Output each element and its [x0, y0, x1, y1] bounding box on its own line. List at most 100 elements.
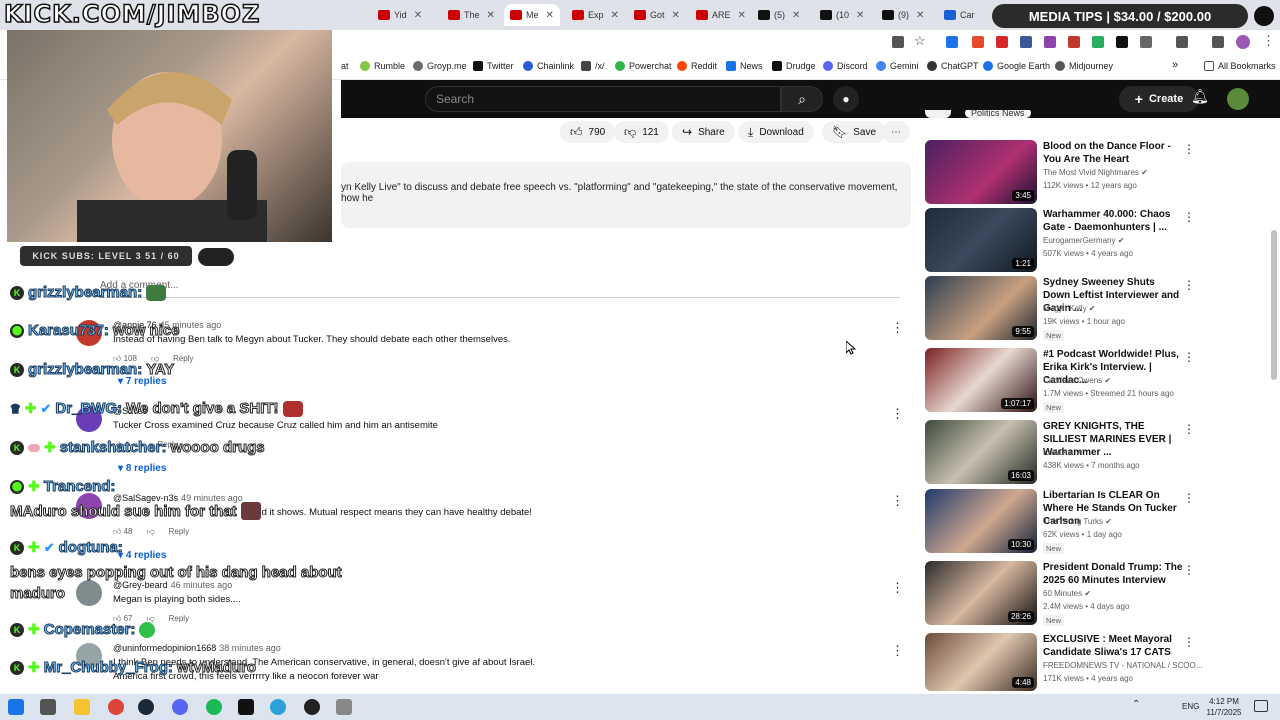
comment-time[interactable]: 38 minutes ago: [219, 643, 281, 653]
language-indicator[interactable]: ENG: [1182, 702, 1199, 711]
channel-name[interactable]: The Most Vivid Nightmares ✔: [1043, 168, 1148, 177]
extension-icon[interactable]: [1044, 36, 1056, 48]
bookmark-item[interactable]: Midjourney: [1055, 61, 1113, 71]
sidebar-video[interactable]: 10:30 Libertarian Is CLEAR On Where He S…: [925, 489, 1195, 554]
sidepanel-icon[interactable]: [1176, 36, 1188, 48]
kebab-menu-icon[interactable]: ⋮: [1183, 635, 1195, 649]
channel-name[interactable]: The Young Turks ✔: [1043, 517, 1112, 526]
download-button[interactable]: ⤓ Download: [738, 121, 814, 143]
tab-4[interactable]: Exp ✕: [572, 4, 619, 26]
video-description[interactable]: yn Kelly Live" to discuss and debate fre…: [341, 162, 911, 228]
start-icon[interactable]: [8, 699, 24, 715]
comment-author[interactable]: @uninformedopinion1668: [113, 643, 216, 653]
bookmark-item[interactable]: Google Earth: [983, 61, 1050, 71]
video-title[interactable]: Blood on the Dance Floor - You Are The H…: [1043, 140, 1183, 166]
sidebar-video[interactable]: 16:03 GREY KNIGHTS, THE SILLIEST MARINES…: [925, 420, 1195, 484]
bookmark-item[interactable]: Groyp.me: [413, 61, 467, 71]
kebab-menu-icon[interactable]: ⋮: [891, 320, 904, 336]
save-button[interactable]: 🔖︎ Save: [822, 121, 887, 143]
page-scrollbar[interactable]: [1271, 230, 1277, 380]
profile-icon[interactable]: [1236, 35, 1250, 49]
close-icon[interactable]: ✕: [546, 10, 554, 21]
kebab-menu-icon[interactable]: ⋮: [1183, 210, 1195, 224]
video-title[interactable]: President Donald Trump: The 2025 60 Minu…: [1043, 561, 1183, 587]
video-thumbnail[interactable]: 1:07:17: [925, 348, 1037, 412]
bookmark-star-icon[interactable]: ☆: [914, 33, 926, 49]
extension-icon[interactable]: [972, 36, 984, 48]
extension-icon[interactable]: [1068, 36, 1080, 48]
bookmark-item[interactable]: /x/: [581, 61, 605, 71]
close-icon[interactable]: ✕: [672, 10, 680, 21]
tab-6[interactable]: ARE ✕: [696, 4, 746, 26]
tab-10[interactable]: Car: [944, 4, 975, 26]
video-thumbnail[interactable]: 16:03: [925, 420, 1037, 484]
steam-icon[interactable]: [138, 699, 154, 715]
close-icon[interactable]: ✕: [487, 10, 495, 21]
tab-2[interactable]: The ✕: [448, 4, 495, 26]
dislike-button[interactable]: 👎︎ 121: [614, 121, 669, 143]
tab-8[interactable]: (10 ✕: [820, 4, 864, 26]
sidebar-video[interactable]: 28:26 President Donald Trump: The 2025 6…: [925, 561, 1195, 626]
tray-chevron-icon[interactable]: ⌃: [1132, 699, 1140, 710]
chip-icon[interactable]: [925, 110, 951, 118]
spotify-icon[interactable]: [206, 699, 222, 715]
extension-icon[interactable]: [1092, 36, 1104, 48]
channel-name[interactable]: KrakDuk ✔: [1043, 448, 1083, 457]
tab-9[interactable]: (9) ✕: [882, 4, 924, 26]
close-icon[interactable]: ✕: [792, 10, 800, 21]
close-icon[interactable]: ✕: [738, 10, 746, 21]
bookmark-item[interactable]: at: [341, 61, 349, 71]
thumbs-down-icon[interactable]: 👎︎: [147, 527, 155, 537]
video-thumbnail[interactable]: 10:30: [925, 489, 1037, 553]
kebab-menu-icon[interactable]: ⋮: [1183, 563, 1195, 577]
tab-1[interactable]: Yid ✕: [378, 4, 422, 26]
video-title[interactable]: EXCLUSIVE : Meet Mayoral Candidate Sliwa…: [1043, 633, 1183, 659]
kebab-menu-icon[interactable]: ⋮: [891, 493, 904, 509]
screen-cast-icon[interactable]: [892, 36, 904, 48]
thumbs-up-icon[interactable]: 👍︎ 48: [113, 527, 133, 537]
sidebar-video[interactable]: 4:48 EXCLUSIVE : Meet Mayoral Candidate …: [925, 633, 1202, 691]
video-thumbnail[interactable]: 3:45: [925, 140, 1037, 204]
bookmark-item[interactable]: Drudge: [772, 61, 816, 71]
kebab-menu-icon[interactable]: ⋮: [1183, 350, 1195, 364]
kebab-menu-icon[interactable]: ⋮: [891, 406, 904, 422]
video-thumbnail[interactable]: 9:55: [925, 276, 1037, 340]
comment-time[interactable]: 46 minutes ago: [171, 580, 233, 590]
telegram-icon[interactable]: [270, 699, 286, 715]
replies-toggle[interactable]: ▾ 8 replies: [118, 463, 166, 474]
menu-icon[interactable]: [1212, 36, 1224, 48]
search-input[interactable]: Search: [425, 86, 781, 112]
kebab-menu-icon[interactable]: ⋮: [1183, 422, 1195, 436]
tab-7[interactable]: (5) ✕: [758, 4, 800, 26]
sidebar-chip[interactable]: Politics News: [965, 110, 1031, 118]
chrome-icon[interactable]: [108, 699, 124, 715]
bookmark-item[interactable]: Gemini: [876, 61, 919, 71]
channel-name[interactable]: Candace Owens ✔: [1043, 376, 1111, 385]
clock[interactable]: 4:12 PM 11/7/2025: [1204, 696, 1244, 718]
tab-3-active[interactable]: Me ✕: [504, 4, 560, 26]
bookmark-item[interactable]: Chainlink: [523, 61, 574, 71]
avatar[interactable]: [76, 580, 102, 606]
share-button[interactable]: ↪ Share: [672, 121, 735, 143]
microphone-icon[interactable]: ●: [833, 86, 859, 112]
kebab-menu-icon[interactable]: ⋮: [1183, 142, 1195, 156]
bell-icon[interactable]: 🔔︎: [1191, 88, 1209, 105]
kebab-menu-icon[interactable]: ⋮: [1183, 491, 1195, 505]
kebab-menu-icon[interactable]: ⋮: [891, 580, 904, 596]
close-icon[interactable]: ✕: [414, 10, 422, 21]
bookmarks-overflow[interactable]: »: [1172, 59, 1178, 71]
sidebar-video[interactable]: 1:07:17 #1 Podcast Worldwide! Plus, Erik…: [925, 348, 1195, 413]
search-icon[interactable]: ⌕: [781, 86, 823, 112]
tab-5[interactable]: Got ✕: [634, 4, 680, 26]
replies-toggle[interactable]: ▾ 4 replies: [118, 550, 166, 561]
bookmark-item[interactable]: Powerchat: [615, 61, 672, 71]
kebab-menu-icon[interactable]: ⋮: [1183, 278, 1195, 292]
channel-name[interactable]: 60 Minutes ✔: [1043, 589, 1091, 598]
kebab-menu-icon[interactable]: ⋮: [891, 643, 904, 659]
video-thumbnail[interactable]: 4:48: [925, 633, 1037, 691]
close-icon[interactable]: ✕: [916, 10, 924, 21]
notification-icon[interactable]: [1254, 700, 1268, 712]
reply-button[interactable]: Reply: [173, 354, 193, 364]
bookmark-item[interactable]: Rumble: [360, 61, 405, 71]
channel-name[interactable]: Megyn Kelly ✔: [1043, 304, 1096, 313]
